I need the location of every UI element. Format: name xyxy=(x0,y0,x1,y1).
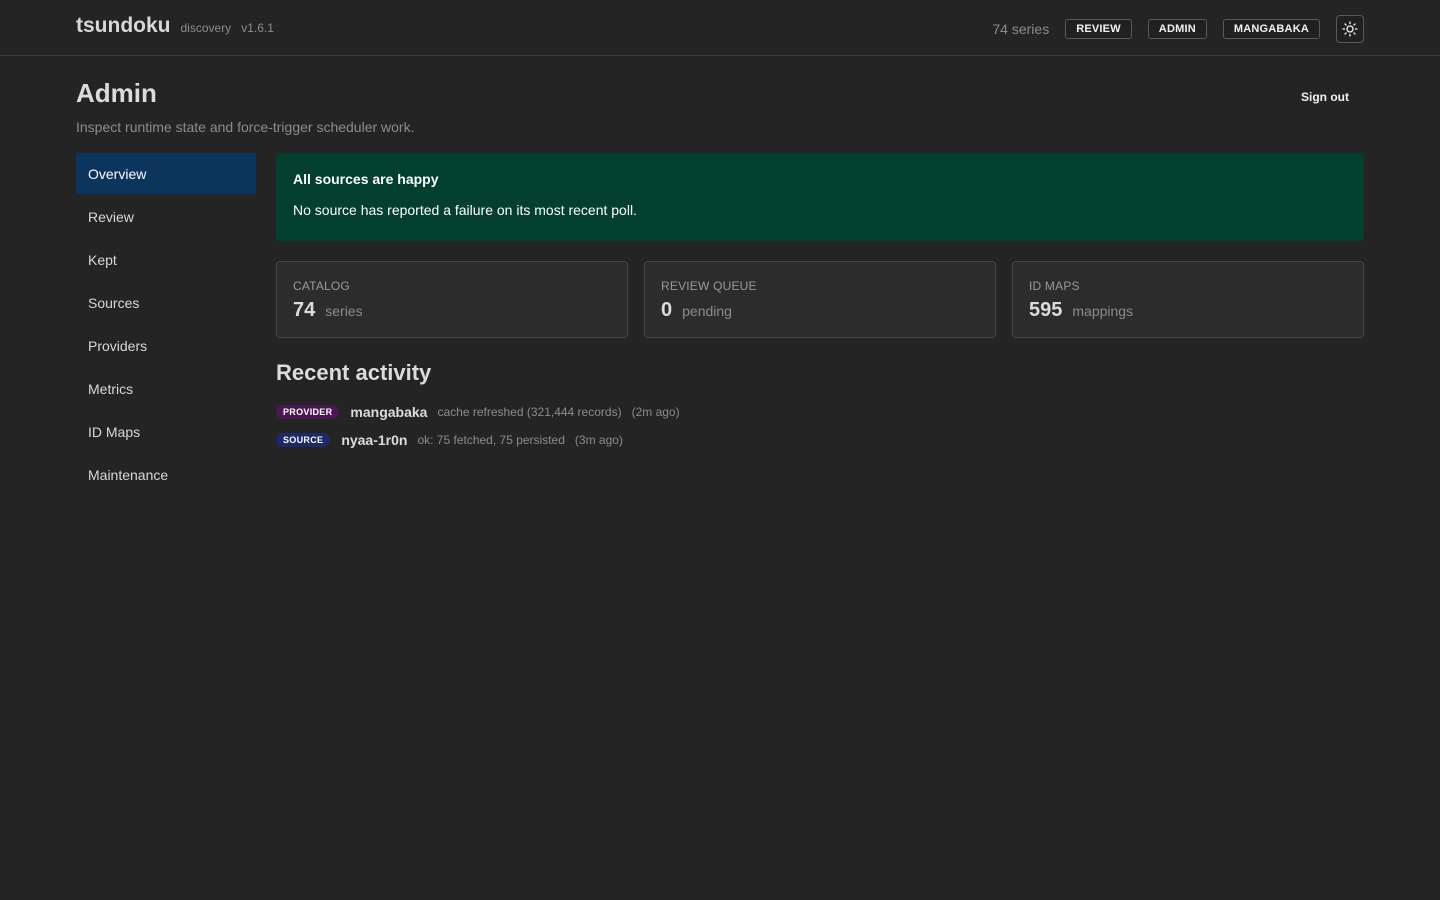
theme-toggle-button[interactable] xyxy=(1336,15,1364,43)
stat-label: CATALOG xyxy=(293,279,350,293)
sidebar-item-maintenance[interactable]: Maintenance xyxy=(76,454,256,495)
sidebar-item-providers[interactable]: Providers xyxy=(76,325,256,366)
stat-value: 595 xyxy=(1029,299,1063,321)
provider-badge: PROVIDER xyxy=(276,405,340,419)
sidebar-item-id-maps[interactable]: ID Maps xyxy=(76,411,256,452)
stat-card-review-queue: REVIEW QUEUE 0 pending xyxy=(644,261,996,338)
stats-row: CATALOG 74 series REVIEW QUEUE 0 pending… xyxy=(276,261,1364,338)
banner-title: All sources are happy xyxy=(293,171,439,187)
brand-subtitle: discovery xyxy=(180,21,232,35)
brand[interactable]: tsundoku discovery v1.6.1 xyxy=(76,14,274,38)
sidebar-item-metrics[interactable]: Metrics xyxy=(76,368,256,409)
stat-label: ID MAPS xyxy=(1029,279,1080,293)
series-count: 74 series xyxy=(992,21,1050,37)
nav-mangabaka-button[interactable]: MANGABAKA xyxy=(1222,19,1320,39)
page-title: Admin xyxy=(76,78,157,108)
sidebar-item-sources[interactable]: Sources xyxy=(76,282,256,323)
source-badge: SOURCE xyxy=(276,433,331,447)
stat-card-id-maps: ID MAPS 595 mappings xyxy=(1012,261,1364,338)
stat-label: REVIEW QUEUE xyxy=(661,279,757,293)
sun-icon xyxy=(1342,21,1358,37)
stat-value: 0 xyxy=(661,299,673,321)
activity-list: PROVIDER mangabaka cache refreshed (321,… xyxy=(276,402,1364,450)
activity-time: (2m ago) xyxy=(631,405,680,419)
activity-detail: cache refreshed (321,444 records) xyxy=(437,405,622,419)
brand-name[interactable]: tsundoku xyxy=(76,14,171,38)
activity-name: mangabaka xyxy=(350,404,428,420)
stat-unit: series xyxy=(325,303,363,319)
sign-out-button[interactable]: Sign out xyxy=(1301,90,1349,104)
status-banner: All sources are happy No source has repo… xyxy=(276,153,1364,241)
page-subtitle: Inspect runtime state and force-trigger … xyxy=(76,119,415,135)
stat-card-catalog: CATALOG 74 series xyxy=(276,261,628,338)
app-version: v1.6.1 xyxy=(241,21,274,35)
sidebar-item-overview[interactable]: Overview xyxy=(76,153,256,194)
recent-activity-title: Recent activity xyxy=(276,360,432,385)
sidebar-item-kept[interactable]: Kept xyxy=(76,239,256,280)
nav-admin-button[interactable]: ADMIN xyxy=(1147,19,1207,39)
activity-item: SOURCE nyaa-1r0n ok: 75 fetched, 75 pers… xyxy=(276,430,1364,450)
activity-time: (3m ago) xyxy=(574,433,623,447)
top-bar: tsundoku discovery v1.6.1 74 series REVI… xyxy=(0,0,1440,56)
admin-sidebar: Overview Review Kept Sources Providers M… xyxy=(76,153,256,497)
stat-value: 74 xyxy=(293,299,316,321)
sidebar-item-review[interactable]: Review xyxy=(76,196,256,237)
stat-unit: pending xyxy=(682,303,732,319)
stat-unit: mappings xyxy=(1072,303,1134,319)
banner-message: No source has reported a failure on its … xyxy=(293,202,637,218)
nav-review-button[interactable]: REVIEW xyxy=(1065,19,1132,39)
top-nav: 74 series REVIEW ADMIN MANGABAKA xyxy=(992,15,1364,43)
activity-detail: ok: 75 fetched, 75 persisted xyxy=(417,433,565,447)
page-header: Admin Inspect runtime state and force-tr… xyxy=(76,78,415,135)
activity-name: nyaa-1r0n xyxy=(341,432,408,448)
activity-item: PROVIDER mangabaka cache refreshed (321,… xyxy=(276,402,1364,422)
main-content: All sources are happy No source has repo… xyxy=(276,153,1364,458)
